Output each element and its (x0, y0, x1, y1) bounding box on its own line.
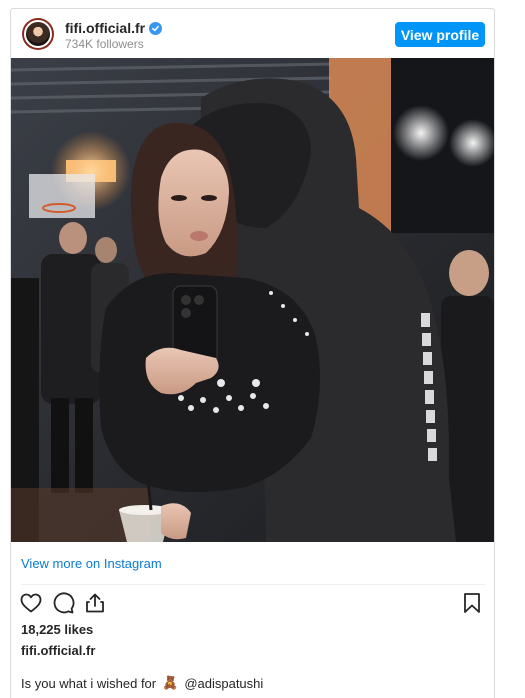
post-header: fifi.official.fr 734K followers View pro… (11, 9, 494, 59)
action-bar (19, 591, 107, 615)
share-icon[interactable] (83, 591, 107, 615)
likes-count[interactable]: 18,225 likes (21, 622, 93, 637)
avatar-image (24, 20, 52, 48)
username-row: fifi.official.fr (65, 20, 163, 36)
followers-count: 734K followers (65, 37, 144, 51)
post-image[interactable] (11, 58, 494, 542)
verified-badge-icon (149, 21, 163, 35)
post-photo-illustration (11, 58, 494, 542)
username-link[interactable]: fifi.official.fr (65, 20, 145, 36)
view-more-on-instagram-link[interactable]: View more on Instagram (21, 556, 162, 571)
heart-icon[interactable] (19, 591, 43, 615)
caption: Is you what i wished for 🧸 @adispatushi (21, 675, 263, 691)
bookmark-icon[interactable] (460, 591, 484, 615)
view-profile-button[interactable]: View profile (395, 22, 485, 47)
caption-username[interactable]: fifi.official.fr (21, 643, 95, 658)
instagram-embed-card: fifi.official.fr 734K followers View pro… (10, 8, 495, 698)
teddy-bear-emoji: 🧸 (162, 675, 179, 690)
caption-text: Is you what i wished for (21, 675, 157, 691)
caption-mention-link[interactable]: @adispatushi (184, 676, 263, 691)
divider (21, 584, 485, 585)
comment-icon[interactable] (51, 591, 75, 615)
avatar[interactable] (22, 18, 54, 50)
